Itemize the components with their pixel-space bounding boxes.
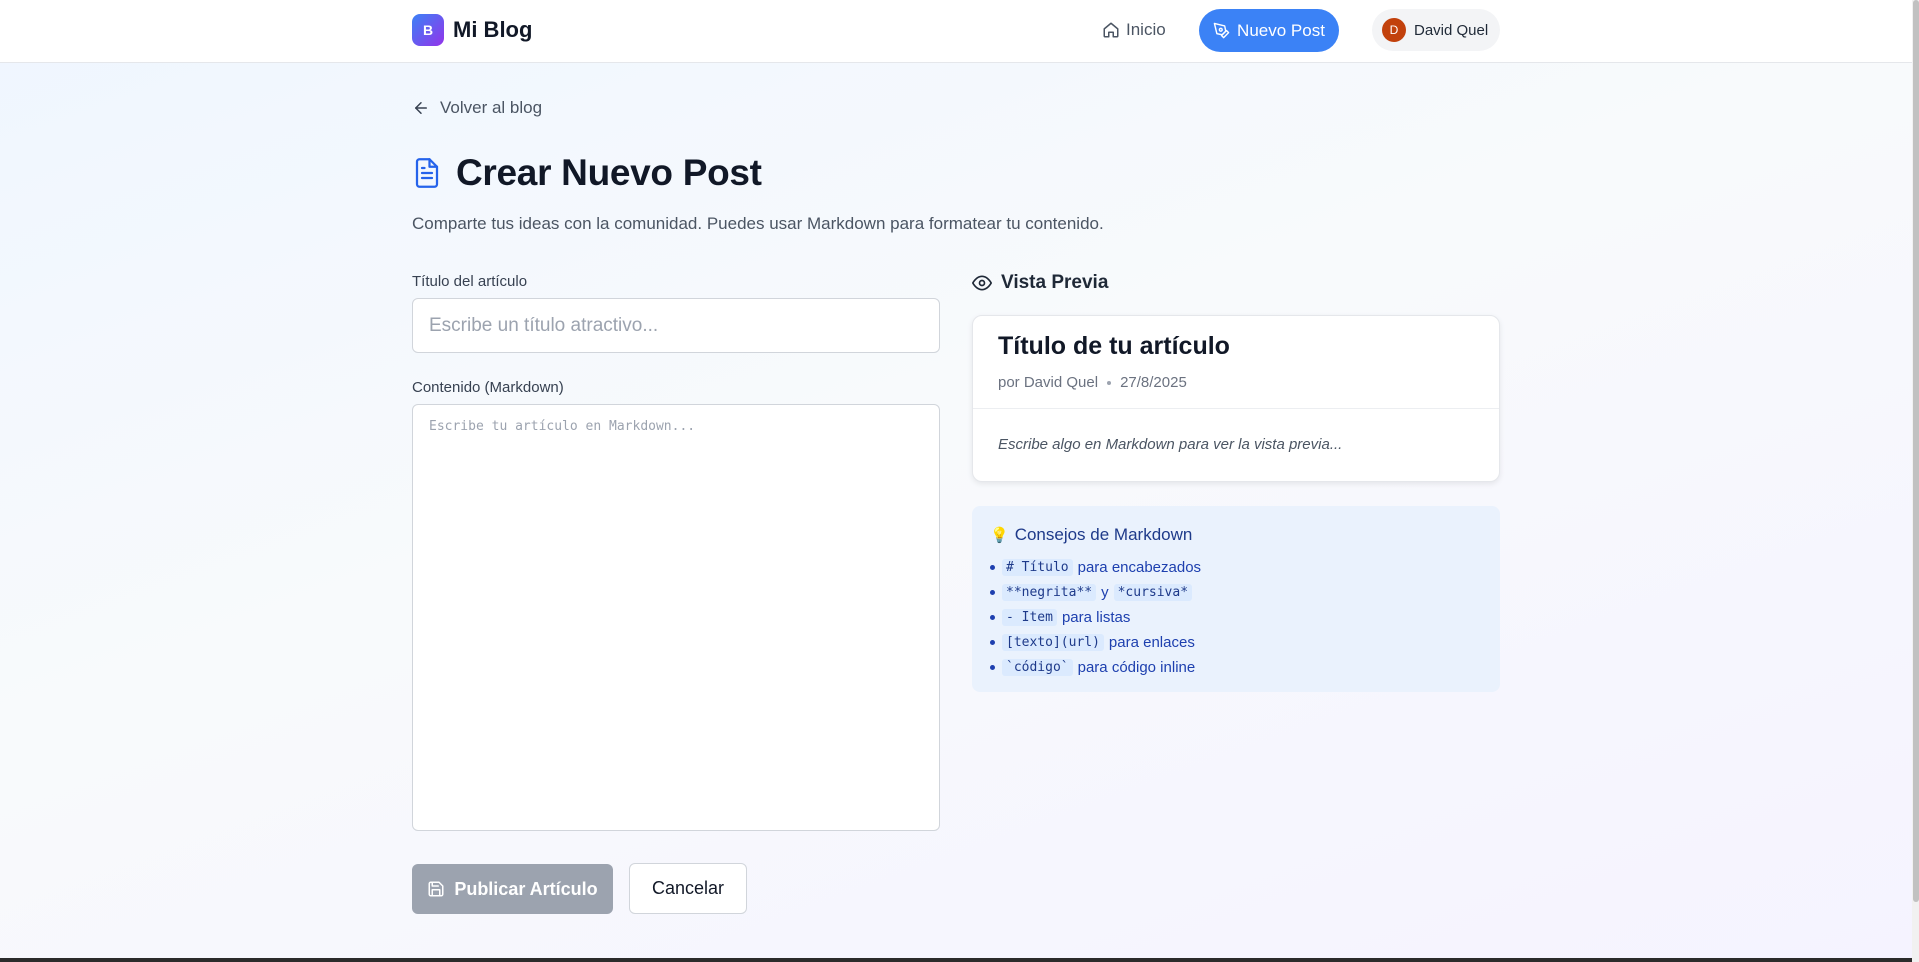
preview-meta: por David Quel 27/8/2025 xyxy=(998,374,1187,391)
bottom-edge xyxy=(0,958,1912,962)
nav-new-post-label: Nuevo Post xyxy=(1237,20,1325,40)
home-icon xyxy=(1103,22,1119,38)
list-item: # Título para encabezados xyxy=(990,555,1201,580)
page-subtitle: Comparte tus ideas con la comunidad. Pue… xyxy=(412,214,1104,233)
logo-link[interactable]: B Mi Blog xyxy=(412,14,532,46)
tip-text: para listas xyxy=(1061,609,1131,626)
content-textarea[interactable] xyxy=(412,404,940,831)
list-item: **negrita** y *cursiva* xyxy=(990,580,1201,605)
list-item: - Item para listas xyxy=(990,605,1201,630)
preview-heading: Vista Previa xyxy=(972,272,1108,294)
title-field-label: Título del artículo xyxy=(412,273,528,290)
tip-text: para encabezados xyxy=(1077,559,1202,576)
lightbulb-icon: 💡 xyxy=(990,527,1009,544)
preview-date: 27/8/2025 xyxy=(1120,374,1187,391)
preview-divider xyxy=(973,408,1499,409)
list-item: [texto](url) para enlaces xyxy=(990,630,1201,655)
publish-button-label: Publicar Artículo xyxy=(454,878,598,899)
preview-heading-label: Vista Previa xyxy=(1001,272,1109,293)
pen-icon xyxy=(1213,22,1230,39)
cancel-button[interactable]: Cancelar xyxy=(629,863,747,914)
tips-list: # Título para encabezados **negrita** y … xyxy=(990,555,1201,680)
tips-title-label: Consejos de Markdown xyxy=(1014,525,1193,544)
user-menu[interactable]: D David Quel xyxy=(1372,9,1500,51)
preview-author: por David Quel xyxy=(998,374,1099,391)
preview-title: Título de tu artículo xyxy=(998,332,1230,360)
bullet xyxy=(990,565,995,570)
content-field-label: Contenido (Markdown) xyxy=(412,379,564,396)
nav-new-post-button[interactable]: Nuevo Post xyxy=(1199,9,1339,52)
tip-code: - Item xyxy=(1002,609,1057,626)
tip-text: y xyxy=(1101,584,1109,601)
logo-badge: B xyxy=(412,14,444,46)
document-icon xyxy=(415,158,439,188)
nav-home-link[interactable]: Inicio xyxy=(1102,16,1166,44)
user-name: David Quel xyxy=(1414,21,1489,39)
page-title: Crear Nuevo Post xyxy=(412,152,762,194)
markdown-tips-panel: 💡 Consejos de Markdown # Título para enc… xyxy=(972,506,1500,692)
preview-empty-text: Escribe algo en Markdown para ver la vis… xyxy=(998,436,1343,453)
title-input[interactable] xyxy=(412,298,940,353)
separator-dot xyxy=(1107,380,1112,385)
publish-button[interactable]: Publicar Artículo xyxy=(412,864,613,914)
bullet xyxy=(990,665,995,670)
bullet xyxy=(990,640,995,645)
top-navbar: B Mi Blog Inicio Nuevo Post D David Quel xyxy=(0,0,1912,63)
tip-code: [texto](url) xyxy=(1002,634,1104,651)
nav-home-label: Inicio xyxy=(1126,20,1166,39)
page-heading: Crear Nuevo Post xyxy=(456,152,762,193)
avatar: D xyxy=(1382,18,1406,42)
save-icon xyxy=(428,881,444,897)
bullet xyxy=(990,615,995,620)
scrollbar-thumb[interactable] xyxy=(1913,0,1919,902)
vertical-scrollbar[interactable] xyxy=(1912,0,1919,962)
logo-text: Mi Blog xyxy=(453,17,533,42)
tips-title: 💡 Consejos de Markdown xyxy=(990,525,1192,545)
back-to-blog-link[interactable]: Volver al blog xyxy=(412,96,542,120)
eye-icon xyxy=(972,275,992,291)
tip-code: *cursiva* xyxy=(1113,584,1193,601)
tip-text: para enlaces xyxy=(1108,634,1195,651)
back-link-label: Volver al blog xyxy=(440,98,543,117)
preview-card: Título de tu artículo por David Quel 27/… xyxy=(972,315,1500,482)
arrow-left-icon xyxy=(415,102,427,114)
tip-code: `código` xyxy=(1002,659,1073,676)
list-item: `código` para código inline xyxy=(990,655,1201,680)
tip-text: para código inline xyxy=(1077,659,1196,676)
tip-code: **negrita** xyxy=(1002,584,1097,601)
tip-code: # Título xyxy=(1002,559,1073,576)
bullet xyxy=(990,590,995,595)
